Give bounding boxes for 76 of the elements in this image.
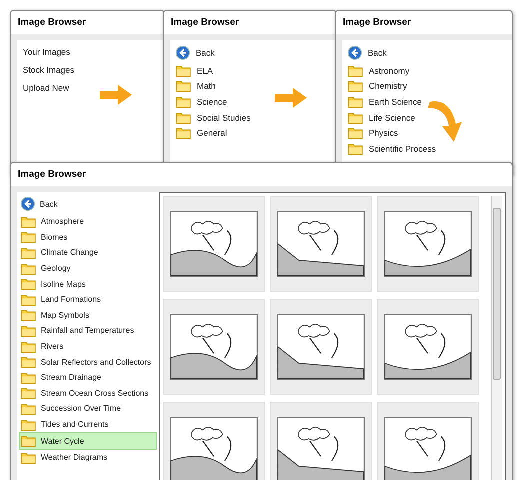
window-title: Image Browser [17,16,88,30]
folder-item[interactable]: Land Formations [21,292,155,308]
folder-icon [21,435,36,448]
folder-item[interactable]: Stream Drainage [21,370,155,386]
folder-item[interactable]: General [176,125,330,141]
window-title: Image Browser [170,16,240,30]
right-arrow-icon [275,88,307,108]
thumbnail-tile[interactable] [163,196,265,292]
folder-icon [176,127,191,140]
folder-item[interactable]: Isoline Maps [21,276,155,292]
folder-item[interactable]: Weather Diagrams [21,450,155,466]
folder-icon [21,387,36,400]
folder-icon [176,112,191,124]
folder-icon [348,80,363,92]
folder-item[interactable]: Map Symbols [21,308,155,324]
folder-icon [348,127,363,140]
menu-item[interactable]: Upload New [23,79,158,97]
window-title: Image Browser [342,16,412,30]
menu-item[interactable]: Stock Images [23,61,158,79]
back-button[interactable]: Back [348,43,506,63]
folder-icon [21,418,36,431]
back-button[interactable]: Back [21,194,155,214]
thumbnail-tile[interactable] [270,402,372,480]
folder-icon [21,294,36,306]
window-title: Image Browser [17,168,88,182]
folder-item[interactable]: Astronomy [348,63,506,79]
folder-item[interactable]: Social Studies [176,110,330,126]
thumbnail-tile[interactable] [163,402,265,480]
folder-item[interactable]: Scientific Process [348,140,506,157]
folder-item[interactable]: Chemistry [348,78,506,94]
folder-icon [21,231,36,244]
folder-icon [348,96,363,108]
folder-item[interactable]: Solar Reflectors and Collectors [21,354,155,370]
folder-item[interactable]: Stream Ocean Cross Sections [21,386,155,402]
folder-icon [21,356,36,368]
thumbnail-tile[interactable] [377,402,479,480]
folder-item[interactable]: Water Cycle [19,432,157,450]
folder-item[interactable]: Math [176,78,330,94]
folder-item[interactable]: Rainfall and Temperatures [21,323,155,339]
folder-icon [348,64,363,77]
folder-item[interactable]: Tides and Currents [21,416,155,432]
folder-item[interactable]: Biomes [21,230,155,246]
folder-item[interactable]: Earth Science [348,94,506,110]
folder-icon [21,246,36,259]
folder-icon [176,64,191,77]
folder-item[interactable]: Climate Change [21,245,155,261]
thumbnail-tile[interactable] [377,196,479,292]
folder-icon [21,372,36,384]
back-button[interactable]: Back [176,43,330,63]
folder-icon [21,309,36,322]
folder-item[interactable]: ELA [176,63,330,79]
folder-icon [348,142,363,155]
thumbnail-tile[interactable] [270,299,372,395]
folder-item[interactable]: Science [176,94,330,110]
folder-icon [21,278,36,290]
folder-icon [21,262,36,275]
menu-item[interactable]: Your Images [23,43,158,61]
folder-item[interactable]: Rivers [21,338,155,354]
folder-icon [21,216,36,228]
right-arrow-icon [100,85,132,105]
thumbnail-tile[interactable] [270,196,372,292]
folder-icon [176,80,191,92]
folder-item[interactable]: Physics [348,125,506,141]
folder-item[interactable]: Succession Over Time [21,401,155,417]
folder-item[interactable]: Geology [21,260,155,276]
thumbnail-tile[interactable] [377,299,479,395]
thumbnail-tile[interactable] [163,299,265,395]
folder-icon [176,96,191,108]
folder-item[interactable]: Atmosphere [21,214,155,230]
folder-icon [21,340,36,353]
folder-item[interactable]: Life Science [348,110,506,126]
scrollbar[interactable] [491,196,502,480]
folder-icon [21,324,36,337]
folder-icon [21,402,36,415]
folder-icon [21,452,36,464]
folder-icon [348,112,363,124]
